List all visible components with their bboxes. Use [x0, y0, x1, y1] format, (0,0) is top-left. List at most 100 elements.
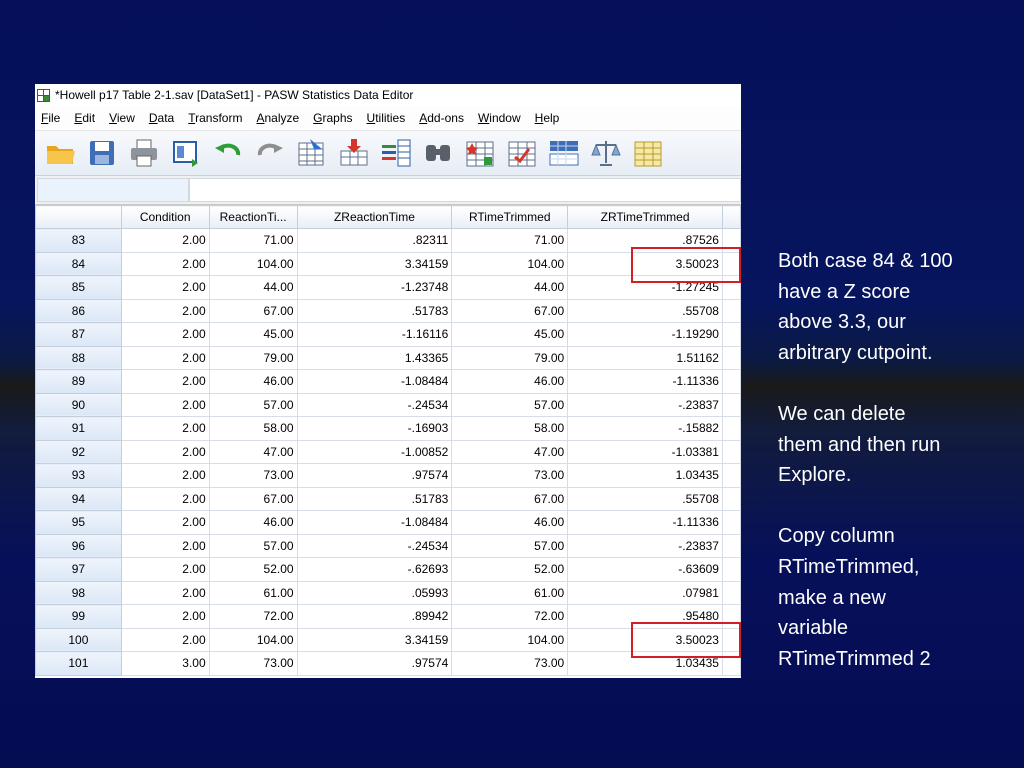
table-cell[interactable]: 57.00	[208, 533, 298, 558]
row-number[interactable]: 100	[35, 627, 122, 652]
find-icon[interactable]	[421, 136, 455, 170]
table-cell[interactable]: 44.00	[208, 275, 298, 300]
row-number[interactable]: 83	[35, 228, 122, 253]
row-number[interactable]: 90	[35, 392, 122, 417]
row-number[interactable]: 94	[35, 486, 122, 511]
table-cell-empty[interactable]	[721, 557, 741, 582]
table-cell[interactable]: 52.00	[451, 557, 569, 582]
table-cell[interactable]: 46.00	[208, 510, 298, 535]
row-number[interactable]: 99	[35, 604, 122, 629]
menu-graphs[interactable]: Graphs	[313, 111, 352, 125]
table-cell[interactable]: .51783	[296, 298, 453, 323]
row-number[interactable]: 98	[35, 580, 122, 605]
table-cell-empty[interactable]	[721, 416, 741, 441]
column-header[interactable]: Condition	[120, 205, 210, 229]
table-cell[interactable]: .51783	[296, 486, 453, 511]
goto-case-icon[interactable]	[295, 136, 329, 170]
table-cell[interactable]: 1.03435	[567, 463, 723, 488]
table-cell[interactable]: 72.00	[208, 604, 298, 629]
table-cell[interactable]: 3.34159	[296, 627, 453, 652]
table-cell[interactable]: .82311	[296, 228, 453, 253]
table-cell[interactable]: 104.00	[208, 251, 298, 276]
table-cell[interactable]: -1.03381	[567, 439, 723, 464]
table-cell-empty[interactable]	[721, 580, 741, 605]
table-cell[interactable]: .87526	[567, 228, 723, 253]
column-header[interactable]: ZRTimeTrimmed	[567, 205, 723, 229]
menu-transform[interactable]: Transform	[188, 111, 242, 125]
column-header[interactable]: RTimeTrimmed	[451, 205, 569, 229]
table-cell[interactable]: 67.00	[208, 486, 298, 511]
table-cell[interactable]: 73.00	[451, 651, 569, 676]
table-cell[interactable]: 2.00	[120, 439, 210, 464]
table-cell-empty[interactable]	[721, 392, 741, 417]
table-cell[interactable]: 45.00	[208, 322, 298, 347]
menu-file[interactable]: File	[41, 111, 60, 125]
variables-icon[interactable]	[379, 136, 413, 170]
table-cell[interactable]: 58.00	[208, 416, 298, 441]
table-cell-empty[interactable]	[721, 510, 741, 535]
table-cell[interactable]: 67.00	[451, 298, 569, 323]
split-file-icon[interactable]	[547, 136, 581, 170]
save-icon[interactable]	[85, 136, 119, 170]
row-number[interactable]: 89	[35, 369, 122, 394]
select-cases-icon[interactable]	[631, 136, 665, 170]
row-number[interactable]: 86	[35, 298, 122, 323]
row-number[interactable]: 88	[35, 345, 122, 370]
table-cell[interactable]: -1.23748	[296, 275, 453, 300]
table-cell[interactable]: 52.00	[208, 557, 298, 582]
table-cell[interactable]: 47.00	[451, 439, 569, 464]
table-cell[interactable]: 104.00	[451, 627, 569, 652]
table-cell-empty[interactable]	[721, 439, 741, 464]
column-header[interactable]: ReactionTi...	[208, 205, 298, 229]
row-number[interactable]: 95	[35, 510, 122, 535]
row-number[interactable]: 84	[35, 251, 122, 276]
table-cell[interactable]: 2.00	[120, 557, 210, 582]
table-cell[interactable]: 61.00	[451, 580, 569, 605]
table-cell[interactable]: 2.00	[120, 369, 210, 394]
table-cell[interactable]: -.63609	[567, 557, 723, 582]
table-cell[interactable]: 67.00	[451, 486, 569, 511]
row-number[interactable]: 92	[35, 439, 122, 464]
table-cell[interactable]: 57.00	[208, 392, 298, 417]
table-cell[interactable]: 104.00	[208, 627, 298, 652]
table-cell[interactable]: 67.00	[208, 298, 298, 323]
table-cell[interactable]: .07981	[567, 580, 723, 605]
row-number[interactable]: 101	[35, 651, 122, 676]
table-cell-empty[interactable]	[721, 228, 741, 253]
menu-utilities[interactable]: Utilities	[367, 111, 406, 125]
row-number[interactable]: 85	[35, 275, 122, 300]
undo-icon[interactable]	[211, 136, 245, 170]
menu-help[interactable]: Help	[535, 111, 560, 125]
weight-cases-icon[interactable]	[589, 136, 623, 170]
table-cell[interactable]: 2.00	[120, 627, 210, 652]
column-header[interactable]: ZReactionTime	[296, 205, 453, 229]
menu-data[interactable]: Data	[149, 111, 174, 125]
table-cell-empty[interactable]	[721, 298, 741, 323]
table-cell[interactable]: .89942	[296, 604, 453, 629]
table-cell[interactable]: 73.00	[451, 463, 569, 488]
insert-cases-icon[interactable]	[463, 136, 497, 170]
table-cell[interactable]: 79.00	[208, 345, 298, 370]
table-cell[interactable]: -1.08484	[296, 369, 453, 394]
table-cell[interactable]: 57.00	[451, 392, 569, 417]
table-cell[interactable]: -1.27245	[567, 275, 723, 300]
column-header-empty[interactable]	[721, 205, 741, 229]
table-cell[interactable]: -1.11336	[567, 369, 723, 394]
redo-icon[interactable]	[253, 136, 287, 170]
table-cell[interactable]: 58.00	[451, 416, 569, 441]
table-cell[interactable]: 46.00	[208, 369, 298, 394]
table-cell[interactable]: .95480	[567, 604, 723, 629]
open-folder-icon[interactable]	[43, 136, 77, 170]
table-cell-empty[interactable]	[721, 251, 741, 276]
table-cell[interactable]: 2.00	[120, 275, 210, 300]
table-cell-empty[interactable]	[721, 275, 741, 300]
table-cell[interactable]: 73.00	[208, 651, 298, 676]
insert-variable-icon[interactable]	[505, 136, 539, 170]
table-cell-empty[interactable]	[721, 463, 741, 488]
row-number[interactable]: 96	[35, 533, 122, 558]
table-cell[interactable]: -1.11336	[567, 510, 723, 535]
table-cell[interactable]: 1.51162	[567, 345, 723, 370]
table-cell[interactable]: 2.00	[120, 228, 210, 253]
table-cell[interactable]: 57.00	[451, 533, 569, 558]
table-cell[interactable]: 79.00	[451, 345, 569, 370]
